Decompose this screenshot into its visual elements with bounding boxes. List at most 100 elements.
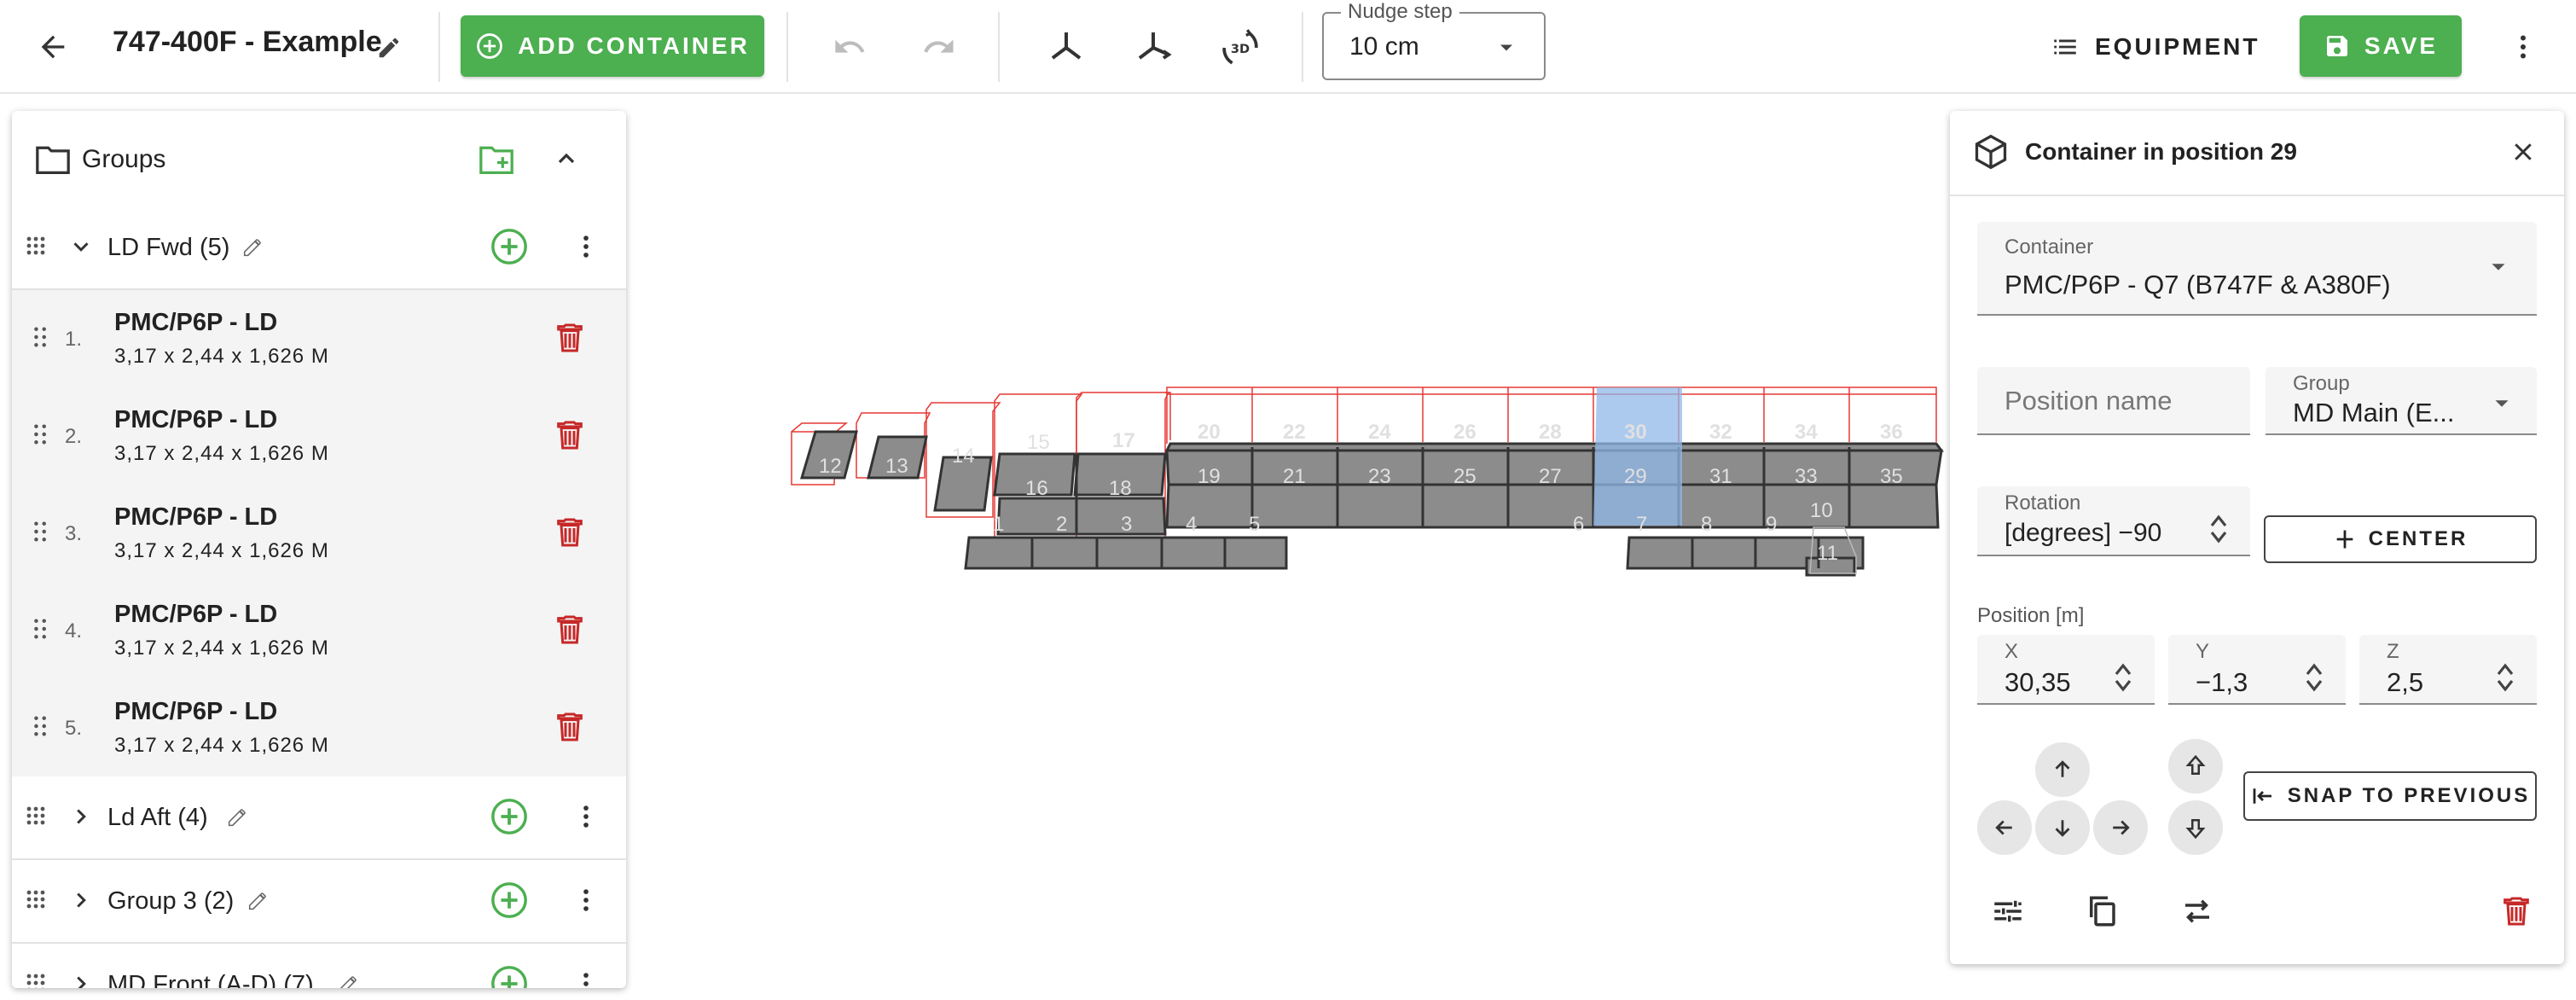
- delete-trash-icon[interactable]: [553, 710, 587, 744]
- view-3d-rotate-icon[interactable]: 3D: [1215, 22, 1266, 73]
- position-label: 5: [1249, 513, 1260, 536]
- delete-trash-icon[interactable]: [2492, 887, 2540, 935]
- position-x-input[interactable]: X 30,35: [1977, 635, 2155, 705]
- rotation-input[interactable]: Rotation [degrees] −90: [1977, 486, 2250, 556]
- drag-handle-icon[interactable]: [32, 618, 49, 640]
- group-select[interactable]: Group MD Main (E...: [2266, 367, 2537, 435]
- item-name: PMC/P6P - LD: [114, 698, 278, 725]
- position-label: 9: [1766, 513, 1777, 536]
- position-label: 11: [1817, 542, 1838, 565]
- spinner-arrows-icon[interactable]: [2494, 660, 2516, 695]
- arrow-down-icon: [2050, 815, 2075, 840]
- save-button[interactable]: SAVE: [2300, 15, 2462, 77]
- copy-duplicate-icon[interactable]: [2078, 887, 2126, 935]
- position-y-input[interactable]: Y −1,3: [2168, 635, 2346, 705]
- add-circle-icon[interactable]: [490, 881, 529, 920]
- edit-pencil-icon[interactable]: [336, 973, 360, 988]
- nudge-step-select[interactable]: Nudge step 10 cm: [1322, 0, 1546, 80]
- selected-container-highlight[interactable]: [1593, 387, 1682, 526]
- edit-title-pencil-icon[interactable]: [372, 31, 406, 65]
- view-side-axis-icon[interactable]: [1128, 22, 1179, 73]
- group-row-md-front[interactable]: MD Front (A-D) (7): [12, 944, 626, 988]
- list-icon: [2051, 32, 2080, 61]
- group-row-ld-aft[interactable]: Ld Aft (4): [12, 776, 626, 860]
- raise-button[interactable]: [2168, 739, 2223, 794]
- add-container-label: ADD CONTAINER: [518, 32, 750, 59]
- drag-handle-icon[interactable]: [32, 423, 49, 445]
- lower-button[interactable]: [2168, 800, 2223, 855]
- group-row-group-3[interactable]: Group 3 (2): [12, 860, 626, 944]
- item-name: PMC/P6P - LD: [114, 503, 278, 531]
- equipment-label: EQUIPMENT: [2095, 33, 2260, 60]
- group-name: MD Front (A-D) (7): [107, 971, 314, 988]
- chevron-right-icon[interactable]: [68, 971, 94, 988]
- close-icon[interactable]: [2504, 133, 2542, 171]
- spinner-arrows-icon[interactable]: [2303, 660, 2325, 695]
- nudge-right-button[interactable]: [2093, 800, 2148, 855]
- svg-text:3D: 3D: [1231, 42, 1250, 56]
- cargo-3d-viewport[interactable]: 12 13 14 15 17 20 22 24 26 28 30 32 34 3…: [768, 358, 1979, 614]
- container-detail-panel: Container in position 29 Container PMC/P…: [1950, 111, 2564, 964]
- container-list-item[interactable]: 1. PMC/P6P - LD 3,17 x 2,44 x 1,626 M: [12, 290, 626, 389]
- center-button[interactable]: CENTER: [2264, 515, 2537, 563]
- item-index: 2.: [65, 425, 83, 448]
- back-arrow-icon[interactable]: [29, 26, 77, 68]
- add-circle-icon[interactable]: [490, 797, 529, 836]
- swap-horizontal-icon[interactable]: [2173, 887, 2221, 935]
- equipment-button[interactable]: EQUIPMENT: [2051, 19, 2257, 75]
- add-circle-icon[interactable]: [490, 227, 529, 266]
- drag-handle-icon[interactable]: [26, 235, 46, 259]
- more-vert-icon[interactable]: [571, 969, 600, 988]
- drag-handle-icon[interactable]: [26, 889, 46, 913]
- add-circle-icon[interactable]: [490, 964, 529, 988]
- nudge-left-button[interactable]: [1977, 800, 2032, 855]
- nudge-down-button[interactable]: [2035, 800, 2090, 855]
- position-label: 24: [1368, 421, 1391, 444]
- group-name: LD Fwd (5): [107, 234, 230, 261]
- undo-icon[interactable]: [826, 26, 873, 68]
- group-row-ld-fwd[interactable]: LD Fwd (5): [12, 206, 626, 290]
- folder-icon: [34, 142, 72, 176]
- snap-to-previous-button[interactable]: SNAP TO PREVIOUS: [2243, 771, 2537, 821]
- delete-trash-icon[interactable]: [553, 321, 587, 355]
- position-label: 19: [1198, 465, 1221, 488]
- container-select[interactable]: Container PMC/P6P - Q7 (B747F & A380F): [1977, 222, 2537, 316]
- edit-pencil-icon[interactable]: [246, 889, 270, 913]
- drag-handle-icon[interactable]: [32, 715, 49, 737]
- container-list-item[interactable]: 5. PMC/P6P - LD 3,17 x 2,44 x 1,626 M: [12, 679, 626, 778]
- item-dims: 3,17 x 2,44 x 1,626 M: [114, 539, 329, 562]
- container-list-item[interactable]: 3. PMC/P6P - LD 3,17 x 2,44 x 1,626 M: [12, 485, 626, 584]
- chevron-right-icon[interactable]: [68, 887, 94, 913]
- cube-icon: [1972, 133, 2010, 171]
- add-container-button[interactable]: ADD CONTAINER: [461, 15, 764, 77]
- spinner-arrows-icon[interactable]: [2208, 512, 2230, 546]
- chevron-down-icon[interactable]: [68, 234, 94, 259]
- chevron-right-icon[interactable]: [68, 804, 94, 829]
- container-list-item[interactable]: 4. PMC/P6P - LD 3,17 x 2,44 x 1,626 M: [12, 582, 626, 681]
- edit-pencil-icon[interactable]: [241, 235, 264, 259]
- drag-handle-icon[interactable]: [26, 805, 46, 829]
- drag-handle-icon[interactable]: [26, 973, 46, 988]
- drag-handle-icon[interactable]: [32, 326, 49, 348]
- nudge-up-button[interactable]: [2035, 742, 2090, 797]
- delete-trash-icon[interactable]: [553, 515, 587, 549]
- position-label: 25: [1453, 465, 1477, 488]
- position-z-input[interactable]: Z 2,5: [2359, 635, 2537, 705]
- redo-icon[interactable]: [914, 26, 962, 68]
- collapse-chevron-up-icon[interactable]: [546, 138, 587, 179]
- more-vert-icon[interactable]: [2504, 26, 2542, 68]
- delete-trash-icon[interactable]: [553, 418, 587, 452]
- add-folder-icon[interactable]: [473, 137, 520, 181]
- view-front-axis-icon[interactable]: [1041, 22, 1092, 73]
- tune-sliders-icon[interactable]: [1984, 887, 2032, 935]
- delete-trash-icon[interactable]: [553, 613, 587, 647]
- drag-handle-icon[interactable]: [32, 520, 49, 543]
- more-vert-icon[interactable]: [571, 232, 600, 261]
- spinner-arrows-icon[interactable]: [2112, 660, 2134, 695]
- more-vert-icon[interactable]: [571, 802, 600, 831]
- more-vert-icon[interactable]: [571, 886, 600, 915]
- edit-pencil-icon[interactable]: [225, 805, 249, 829]
- position-name-input[interactable]: Position name: [1977, 367, 2250, 435]
- position-z-value: 2,5: [2387, 667, 2424, 697]
- container-list-item[interactable]: 2. PMC/P6P - LD 3,17 x 2,44 x 1,626 M: [12, 387, 626, 486]
